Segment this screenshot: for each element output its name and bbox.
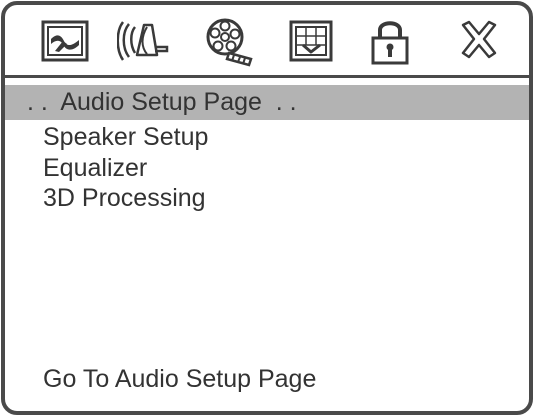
audio-speaker-icon <box>117 21 169 61</box>
exit-setup-tab[interactable] <box>451 15 507 67</box>
osd-setup-window: . . Audio Setup Page . . Speaker Setup E… <box>1 1 533 415</box>
general-setup-icon <box>41 20 89 62</box>
menu-item-3d-processing[interactable]: 3D Processing <box>43 183 206 213</box>
password-setup-tab[interactable] <box>363 15 419 67</box>
page-title: . . Audio Setup Page . . <box>27 88 297 116</box>
menu-item-equalizer[interactable]: Equalizer <box>43 153 147 183</box>
password-lock-icon <box>371 21 409 65</box>
status-hint: Go To Audio Setup Page <box>43 365 317 393</box>
video-reel-icon <box>206 18 253 67</box>
audio-setup-tab[interactable] <box>117 15 173 67</box>
video-setup-tab[interactable] <box>199 15 255 67</box>
setup-toolbar <box>5 5 529 78</box>
page-title-bar: . . Audio Setup Page . . <box>5 85 529 120</box>
exit-icon <box>461 20 497 59</box>
general-setup-tab[interactable] <box>37 15 93 67</box>
preference-setup-tab[interactable] <box>283 15 339 67</box>
menu-item-speaker-setup[interactable]: Speaker Setup <box>43 122 208 152</box>
preference-screen-icon <box>289 20 333 62</box>
